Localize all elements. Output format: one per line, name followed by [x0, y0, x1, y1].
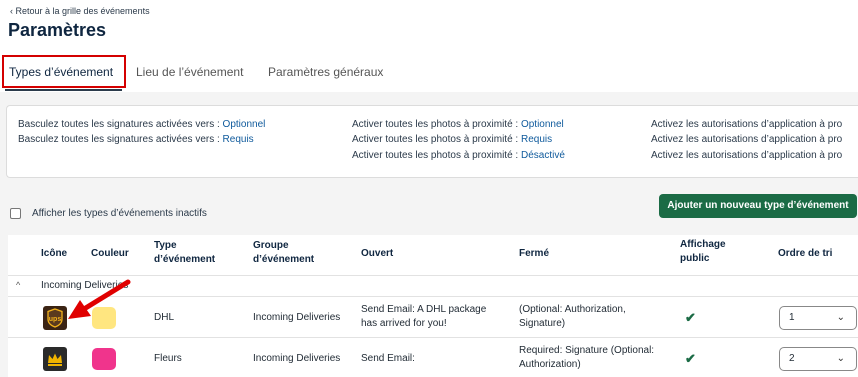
page-header: ‹ Retour à la grille des événements Para… [0, 0, 858, 92]
chevron-down-icon: ⌄ [836, 353, 845, 364]
column-header-type: Type d’événement [154, 240, 216, 265]
active-tab-underline [5, 89, 122, 91]
table-row[interactable]: Fleurs Incoming Deliveries Send Email: R… [8, 339, 858, 377]
page-title: Paramètres [8, 20, 107, 40]
column-header-group: Groupe d’événement [253, 240, 315, 265]
app-auth-toggle-1[interactable]: Activez les autorisations d’application … [651, 119, 842, 130]
show-inactive-option: Afficher les types d’événements inactifs [10, 206, 207, 220]
collapse-chevron-icon[interactable]: ^ [16, 280, 20, 290]
tab-event-location[interactable]: Lieu de l’événement [136, 56, 243, 88]
event-group-name: Incoming Deliveries [253, 353, 341, 364]
public-check-icon: ✔ [685, 310, 696, 325]
photos-toggle-required[interactable]: Activer toutes les photos à proximité : … [352, 134, 552, 145]
crown-logo-icon [43, 347, 67, 371]
open-action: Send Email: [361, 353, 415, 364]
sort-order-select[interactable]: 1 ⌄ [779, 306, 857, 330]
open-action: Send Email: A DHL package has arrived for… [361, 304, 487, 329]
signature-toggle-optional[interactable]: Basculez toutes les signatures activées … [18, 119, 265, 130]
photos-toggle-disabled[interactable]: Activer toutes les photos à proximité : … [352, 150, 565, 161]
show-inactive-checkbox[interactable] [10, 207, 21, 219]
red-arrow-icon [68, 279, 131, 319]
event-group-name: Incoming Deliveries [253, 312, 341, 323]
tab-general-settings[interactable]: Paramètres généraux [268, 56, 383, 88]
app-auth-toggle-3[interactable]: Activez les autorisations d’application … [651, 150, 842, 161]
column-header-public: Affichage public [680, 239, 726, 264]
back-to-grid-link[interactable]: ‹ Retour à la grille des événements [10, 6, 150, 16]
sort-order-select[interactable]: 2 ⌄ [779, 347, 857, 371]
bulk-settings-panel: Basculez toutes les signatures activées … [6, 105, 858, 178]
photos-toggle-optional[interactable]: Activer toutes les photos à proximité : … [352, 119, 564, 130]
closed-action: (Optional: Authorization, Signature) [519, 304, 626, 329]
active-tab-highlight [2, 55, 126, 88]
column-header-sort: Ordre de tri [778, 248, 833, 259]
show-inactive-label: Afficher les types d’événements inactifs [32, 207, 207, 219]
column-header-open: Ouvert [361, 248, 394, 259]
chevron-down-icon: ⌄ [836, 312, 845, 323]
event-type-name: Fleurs [154, 353, 182, 364]
event-type-name: DHL [154, 312, 175, 323]
column-header-closed: Fermé [519, 248, 550, 259]
signature-toggle-required[interactable]: Basculez toutes les signatures activées … [18, 134, 254, 145]
public-check-icon: ✔ [685, 351, 696, 366]
closed-action: Required: Signature (Optional: Authorizat… [519, 345, 655, 370]
add-event-type-button[interactable]: Ajouter un nouveau type d’événement [659, 194, 857, 218]
column-header-color: Couleur [91, 248, 129, 259]
column-header-icon: Icône [41, 248, 68, 259]
app-auth-toggle-2[interactable]: Activez les autorisations d’application … [651, 134, 842, 145]
color-swatch [92, 348, 116, 370]
